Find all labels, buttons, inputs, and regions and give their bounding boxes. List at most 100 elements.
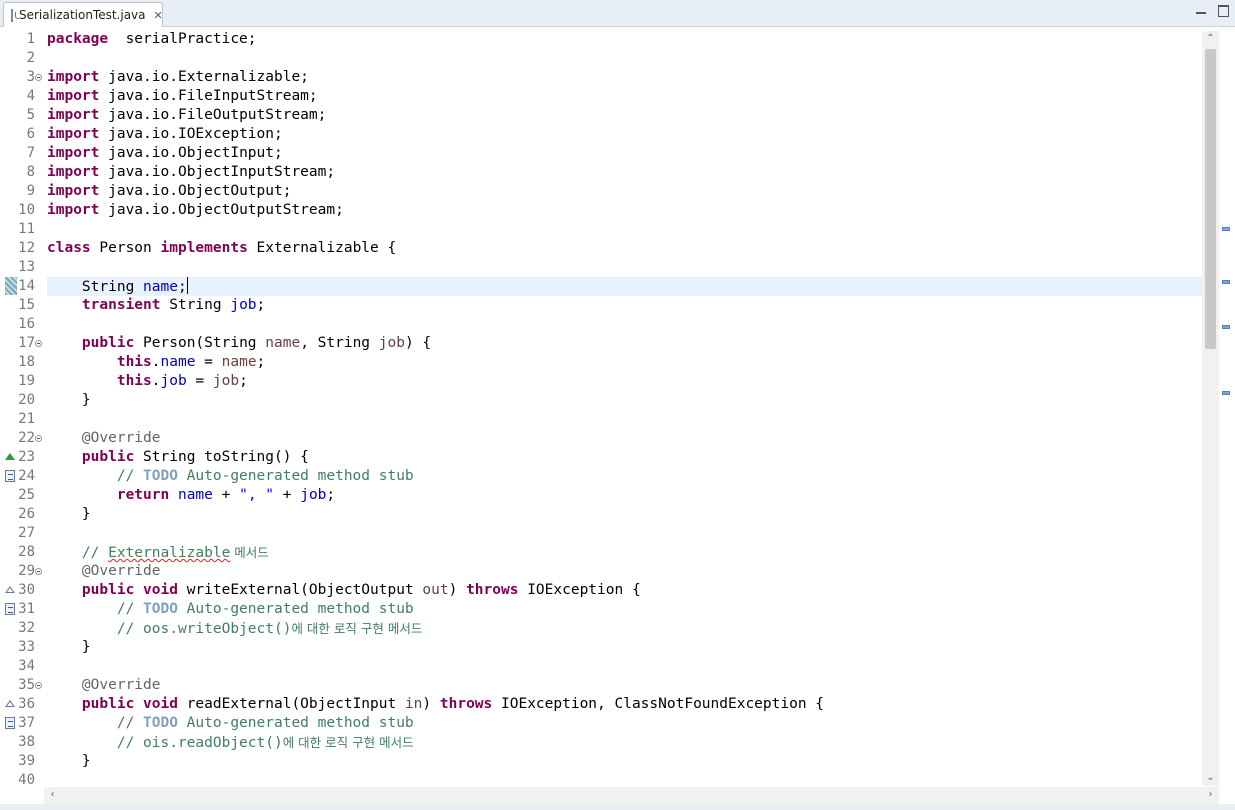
maximize-icon[interactable] [1218, 5, 1229, 17]
horizontal-scrollbar[interactable]: ‹ › [44, 787, 1219, 804]
vertical-scroll-thumb[interactable] [1205, 49, 1216, 349]
code-line[interactable] [47, 258, 1202, 277]
code-token: ) [448, 582, 467, 598]
code-token: job [378, 335, 405, 351]
code-line[interactable]: import java.io.FileOutputStream; [47, 106, 1202, 125]
code-token: } [47, 753, 91, 769]
code-token: ) [422, 696, 440, 712]
fold-toggle-icon[interactable] [35, 74, 42, 81]
code-line[interactable]: transient String job; [47, 296, 1202, 315]
code-token: Person [90, 240, 161, 256]
code-line[interactable] [47, 771, 1202, 787]
code-line[interactable]: @Override [47, 429, 1202, 448]
code-line[interactable]: // oos.writeObject()에 대한 로직 구현 메서드 [47, 619, 1202, 638]
fold-toggle-icon[interactable] [35, 682, 42, 689]
tab-title: SerializationTest.java [19, 8, 146, 22]
scroll-left-icon[interactable]: ‹ [44, 787, 61, 803]
code-line[interactable]: // TODO Auto-generated method stub [47, 714, 1202, 733]
editor-tab[interactable]: SerializationTest.java ✕ [3, 2, 163, 27]
override-marker-icon[interactable] [5, 453, 15, 460]
task-marker-icon[interactable] [5, 470, 15, 482]
overview-ruler[interactable] [1219, 31, 1235, 791]
window-controls [1196, 5, 1229, 17]
implements-marker-icon[interactable] [5, 700, 15, 707]
code-line[interactable]: import java.io.FileInputStream; [47, 87, 1202, 106]
close-icon[interactable]: ✕ [154, 9, 163, 22]
code-token: ) { [404, 335, 432, 351]
scroll-right-icon[interactable]: › [1202, 787, 1219, 803]
code-line[interactable]: package serialPractice; [47, 30, 1202, 49]
code-token: String [47, 279, 144, 295]
code-line[interactable]: import java.io.ObjectInputStream; [47, 163, 1202, 182]
line-number: 28 [18, 544, 35, 560]
code-line[interactable]: } [47, 505, 1202, 524]
code-token: + [212, 487, 240, 503]
overview-occurrence-marker[interactable] [1222, 227, 1230, 231]
line-number: 29 [18, 563, 35, 579]
code-line[interactable] [47, 49, 1202, 68]
code-line[interactable]: } [47, 752, 1202, 771]
code-line[interactable] [47, 315, 1202, 334]
code-line[interactable]: // ois.readObject()에 대한 로직 구현 메서드 [47, 733, 1202, 752]
code-token: . [151, 354, 161, 370]
overview-occurrence-marker[interactable] [1222, 325, 1230, 329]
overview-occurrence-marker[interactable] [1222, 280, 1230, 284]
code-line[interactable]: import java.io.ObjectOutputStream; [47, 201, 1202, 220]
code-line[interactable]: // Externalizable 메서드 [47, 543, 1202, 562]
code-token: ; [326, 487, 336, 503]
code-line[interactable] [47, 220, 1202, 239]
minimize-icon[interactable] [1196, 12, 1206, 14]
code-line[interactable]: // TODO Auto-generated method stub [47, 467, 1202, 486]
code-line[interactable]: // TODO Auto-generated method stub [47, 600, 1202, 619]
code-token: readExternal(ObjectInput [177, 696, 405, 712]
line-number: 33 [18, 639, 35, 655]
code-line[interactable]: @Override [47, 676, 1202, 695]
code-line[interactable]: } [47, 391, 1202, 410]
code-line[interactable]: return name + ", " + job; [47, 486, 1202, 505]
code-line[interactable]: import java.io.Externalizable; [47, 68, 1202, 87]
code-line[interactable]: import java.io.IOException; [47, 125, 1202, 144]
code-area[interactable]: package serialPractice; import java.io.Ex… [47, 27, 1202, 787]
fold-toggle-icon[interactable] [35, 435, 42, 442]
line-number: 13 [18, 259, 35, 275]
current-line-marker-icon[interactable] [5, 277, 17, 295]
code-token: this [116, 373, 152, 389]
task-marker-icon[interactable] [5, 603, 15, 615]
code-line[interactable] [47, 410, 1202, 429]
code-line[interactable]: String name; [47, 277, 1202, 296]
vertical-scrollbar[interactable]: ⌃ ⌄ [1202, 31, 1219, 786]
overview-occurrence-marker[interactable] [1222, 391, 1230, 395]
code-line[interactable]: public String toString() { [47, 448, 1202, 467]
code-line[interactable]: import java.io.ObjectOutput; [47, 182, 1202, 201]
code-line[interactable] [47, 657, 1202, 676]
scroll-up-icon[interactable]: ⌃ [1202, 31, 1219, 47]
fold-toggle-icon[interactable] [35, 340, 42, 347]
code-line[interactable]: public Person(String name, String job) { [47, 334, 1202, 353]
code-line[interactable]: import java.io.ObjectInput; [47, 144, 1202, 163]
code-line[interactable]: this.name = name; [47, 353, 1202, 372]
code-token: import [47, 202, 100, 218]
code-line[interactable]: class Person implements Externalizable { [47, 239, 1202, 258]
task-marker-icon[interactable] [5, 717, 15, 729]
code-token: // [47, 715, 144, 731]
code-line[interactable]: } [47, 638, 1202, 657]
code-line[interactable]: this.job = job; [47, 372, 1202, 391]
code-line[interactable]: public void readExternal(ObjectInput in)… [47, 695, 1202, 714]
line-number: 35 [18, 677, 35, 693]
fold-toggle-icon[interactable] [35, 568, 42, 575]
code-editor[interactable]: 1 2 3 4 5 6 7 8 9 10 11 12 13 14 15 16 17 18 19 20 21 22 23 24 2… [0, 27, 1235, 810]
line-number: 26 [18, 506, 35, 522]
implements-marker-icon[interactable] [5, 586, 15, 593]
line-number: 38 [18, 734, 35, 750]
code-line[interactable] [47, 524, 1202, 543]
code-line[interactable]: public void writeExternal(ObjectOutput o… [47, 581, 1202, 600]
line-number: 3 [26, 69, 35, 85]
code-token: @Override [81, 430, 161, 446]
code-line[interactable]: @Override [47, 562, 1202, 581]
scroll-down-icon[interactable]: ⌄ [1202, 770, 1219, 786]
